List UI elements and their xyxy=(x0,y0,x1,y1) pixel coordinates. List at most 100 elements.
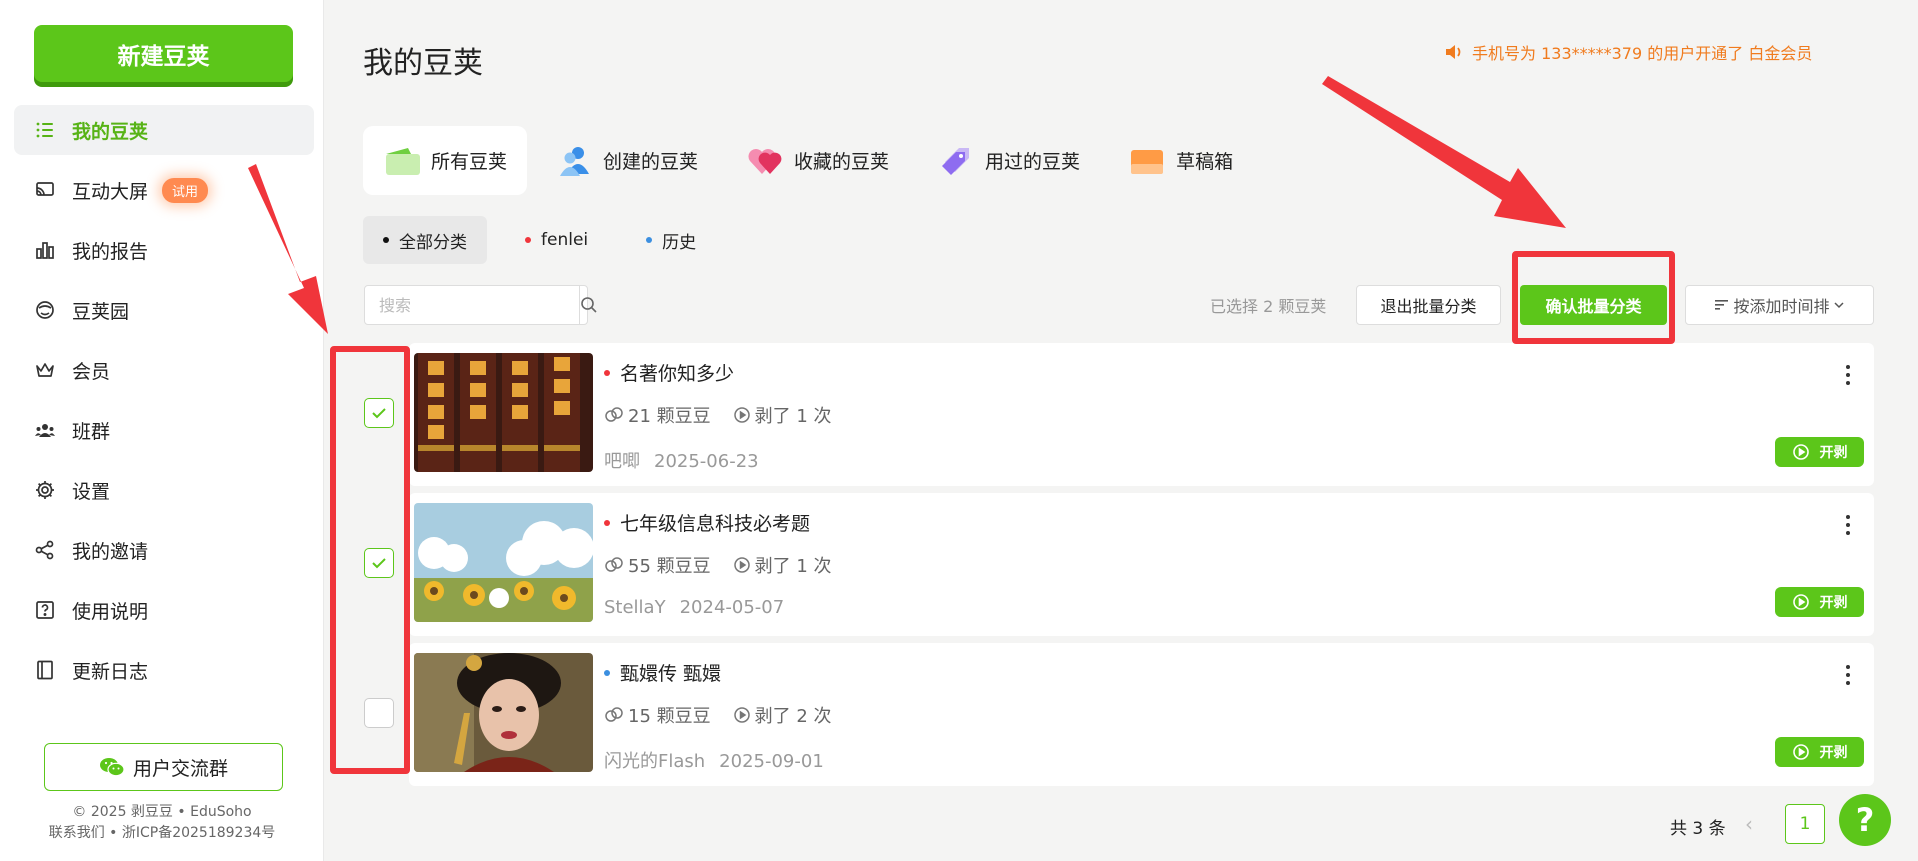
chevron-down-icon xyxy=(1833,302,1844,309)
confirm-batch-button[interactable]: 确认批量分类 xyxy=(1520,285,1667,325)
checkmark-icon xyxy=(372,558,386,569)
category-history[interactable]: 历史 xyxy=(626,216,716,264)
category-dot xyxy=(525,237,531,243)
search-input[interactable] xyxy=(365,286,580,324)
tab-all-pods[interactable]: 所有豆荚 xyxy=(363,126,528,195)
start-play-button[interactable]: 开剥 xyxy=(1775,587,1864,617)
card-title-text: 七年级信息科技必考题 xyxy=(620,513,811,535)
tab-favorite-pods[interactable]: 收藏的豆荚 xyxy=(726,126,909,195)
cast-screen-icon xyxy=(32,177,58,203)
more-options-icon[interactable] xyxy=(1838,513,1858,537)
tab-label: 用过的豆荚 xyxy=(985,151,1081,173)
tab-label: 创建的豆荚 xyxy=(603,151,699,173)
community-group-button[interactable]: 用户交流群 xyxy=(44,743,283,791)
play-circle-icon xyxy=(1792,744,1809,760)
card-title[interactable]: 七年级信息科技必考题 xyxy=(604,509,810,536)
group-icon xyxy=(32,417,58,443)
page-number-button[interactable]: 1 xyxy=(1785,804,1825,844)
play-button-label: 开剥 xyxy=(1819,445,1848,461)
category-dot xyxy=(383,237,389,243)
pod-card[interactable]: 名著你知多少 21 颗豆豆 剥了 1 次 吧唧 2025-06-23 开剥 xyxy=(409,343,1874,486)
author-name: 吧唧 xyxy=(604,451,640,472)
help-doc-icon xyxy=(32,597,58,623)
card-checkbox[interactable] xyxy=(364,398,394,428)
bean-count: 15 颗豆豆 xyxy=(628,706,711,727)
author-name: StellaY xyxy=(604,597,666,618)
tab-created-pods[interactable]: 创建的豆荚 xyxy=(535,126,718,195)
sidebar-item-instructions[interactable]: 使用说明 xyxy=(14,585,314,635)
copyright-text: © 2025 剥豆豆 • EduSoho xyxy=(72,804,252,820)
category-fenlei[interactable]: fenlei xyxy=(505,216,608,264)
play-count: 剥了 1 次 xyxy=(754,406,832,427)
pod-card[interactable]: 七年级信息科技必考题 55 颗豆豆 剥了 1 次 StellaY 2024-05-… xyxy=(409,493,1874,636)
search-box xyxy=(364,285,597,325)
card-checkbox[interactable] xyxy=(364,548,394,578)
sidebar-item-membership[interactable]: 会员 xyxy=(14,345,314,395)
trial-badge: 试用 xyxy=(162,177,209,203)
crown-icon xyxy=(32,357,58,383)
total-count: 共 3 条 xyxy=(1670,819,1726,839)
book-icon xyxy=(32,657,58,683)
card-date: 2025-09-01 xyxy=(719,751,824,772)
tab-drafts[interactable]: 草稿箱 xyxy=(1108,126,1253,195)
prev-page-icon[interactable]: ‹ xyxy=(1745,812,1753,836)
bean-icon xyxy=(32,297,58,323)
sort-dropdown[interactable]: 按添加时间排 xyxy=(1685,285,1874,325)
more-options-icon[interactable] xyxy=(1838,363,1858,387)
category-dot xyxy=(604,519,610,526)
sidebar-item-changelog[interactable]: 更新日志 xyxy=(14,645,314,695)
search-icon xyxy=(581,297,597,313)
bar-chart-icon xyxy=(32,237,58,263)
card-title[interactable]: 名著你知多少 xyxy=(604,359,734,386)
page-title: 我的豆荚 xyxy=(363,46,483,81)
category-all[interactable]: 全部分类 xyxy=(363,216,487,264)
category-dot xyxy=(604,669,610,676)
sidebar-item-big-screen[interactable]: 互动大屏 试用 xyxy=(14,165,314,215)
sidebar-item-label: 我的豆荚 xyxy=(72,120,149,143)
play-circle-icon xyxy=(733,557,750,573)
play-button-label: 开剥 xyxy=(1819,745,1848,761)
bean-count: 55 颗豆豆 xyxy=(628,556,711,577)
sidebar-item-label: 设置 xyxy=(72,480,111,503)
sidebar-item-reports[interactable]: 我的报告 xyxy=(14,225,314,275)
portrait-thumb xyxy=(414,653,593,772)
help-button[interactable]: ? xyxy=(1839,794,1891,846)
sort-icon xyxy=(1715,300,1729,310)
wechat-icon xyxy=(99,758,125,777)
sidebar-item-my-pods[interactable]: 我的豆荚 xyxy=(14,105,314,155)
author-name: 闪光的Flash xyxy=(604,751,706,772)
exit-batch-button[interactable]: 退出批量分类 xyxy=(1356,285,1501,325)
sidebar-item-class-group[interactable]: 班群 xyxy=(14,405,314,455)
search-button[interactable] xyxy=(580,286,598,324)
heart-pink-icon xyxy=(748,148,782,174)
card-date: 2024-05-07 xyxy=(679,597,785,618)
card-author-line: StellaY 2024-05-07 xyxy=(604,597,784,618)
new-pod-button[interactable]: 新建豆荚 xyxy=(34,25,293,82)
more-options-icon[interactable] xyxy=(1838,663,1858,687)
category-dot xyxy=(604,369,610,376)
play-button-label: 开剥 xyxy=(1819,595,1848,611)
folder-green-icon xyxy=(386,147,420,175)
start-play-button[interactable]: 开剥 xyxy=(1775,737,1864,767)
pod-card[interactable]: 甄嬛传 甄嬛 15 颗豆豆 剥了 2 次 闪光的Flash 2025-09-01 … xyxy=(409,643,1874,786)
category-label: fenlei xyxy=(541,230,589,250)
sidebar-item-label: 会员 xyxy=(72,360,111,383)
card-title[interactable]: 甄嬛传 甄嬛 xyxy=(604,659,721,686)
users-blue-icon xyxy=(560,146,590,176)
sidebar-item-invites[interactable]: 我的邀请 xyxy=(14,525,314,575)
checkmark-icon xyxy=(372,408,386,419)
sidebar-item-pod-garden[interactable]: 豆荚园 xyxy=(14,285,314,335)
play-circle-icon xyxy=(1792,444,1809,460)
tab-label: 收藏的豆荚 xyxy=(794,151,890,173)
sidebar-nav: 我的豆荚 互动大屏 试用 我的报告 豆荚园 会员 班群 设置 我的邀请 使用说明… xyxy=(14,105,314,705)
footer-links[interactable]: 联系我们 • 浙ICP备2025189234号 xyxy=(0,822,324,842)
arrow-to-confirm-button xyxy=(1322,76,1566,228)
sidebar-item-settings[interactable]: 设置 xyxy=(14,465,314,515)
bean-icon xyxy=(605,407,623,422)
card-author-line: 闪光的Flash 2025-09-01 xyxy=(604,747,824,773)
card-checkbox[interactable] xyxy=(364,698,394,728)
tab-used-pods[interactable]: 用过的豆荚 xyxy=(917,126,1100,195)
sort-label: 按添加时间排 xyxy=(1733,297,1830,316)
gear-icon xyxy=(32,477,58,503)
start-play-button[interactable]: 开剥 xyxy=(1775,437,1864,467)
